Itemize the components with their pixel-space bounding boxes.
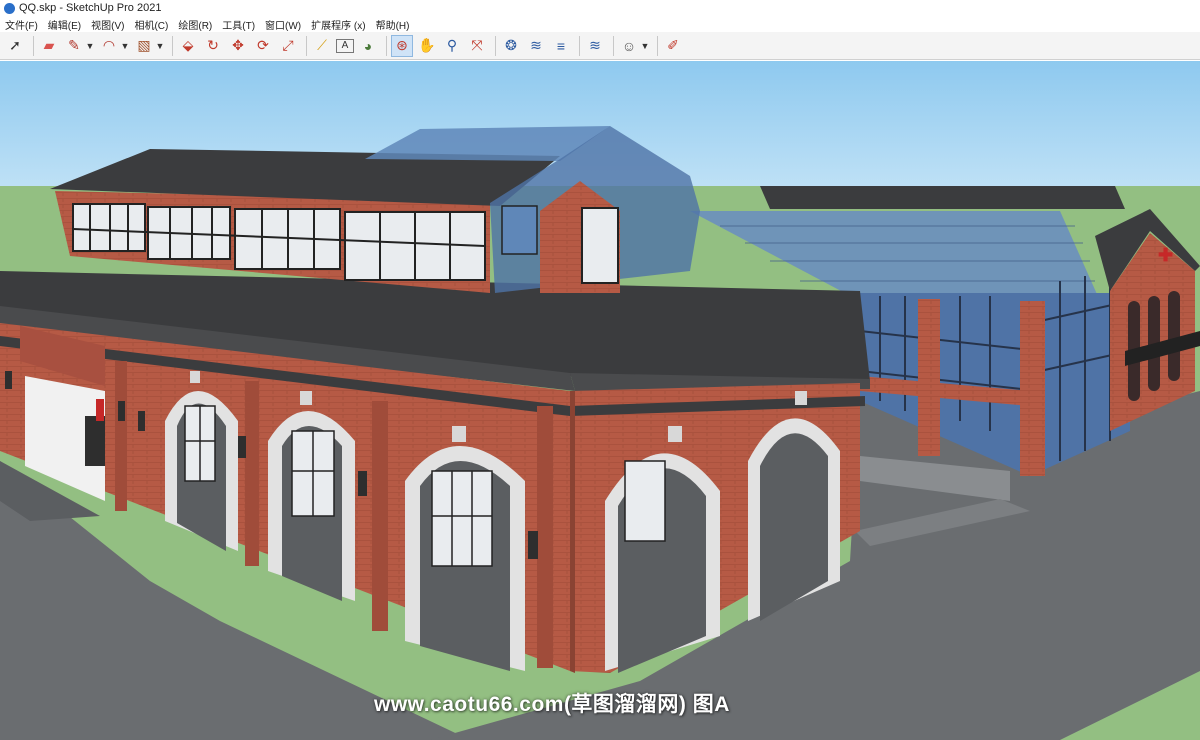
arc-tool-icon[interactable]: ◠ (98, 35, 120, 57)
main-toolbar: ➚ ▰ ✎ ▼ ◠ ▼ ▧ ▼ ⬙ ↻ ✥ ⟳ ⤢ ⟋ A ◕ ⊛ ✋ ⚲ ⤧ … (0, 32, 1200, 60)
menu-edit[interactable]: 编辑(E) (43, 17, 86, 32)
move-tool-icon[interactable]: ✥ (227, 35, 249, 57)
sketchup-app-icon (4, 2, 15, 14)
menu-extensions[interactable]: 扩展程序 (x) (306, 17, 370, 32)
toolbar-separator (386, 35, 387, 56)
shape-tool-icon[interactable]: ▧ (133, 35, 155, 57)
dormer-side-glass (501, 205, 538, 255)
rear-roof (760, 186, 1125, 209)
toolbar-separator (306, 35, 307, 56)
toolbar-separator (495, 35, 496, 56)
scale-tool-icon[interactable]: ⤢ (277, 35, 299, 57)
title-bar: QQ.skp - SketchUp Pro 2021 (0, 0, 1200, 16)
menu-draw[interactable]: 绘图(R) (173, 17, 217, 32)
garage-door (85, 416, 105, 466)
menu-window[interactable]: 窗口(W) (260, 17, 306, 32)
profile-tool-icon[interactable]: ☺ (618, 35, 640, 57)
chevron-down-icon[interactable]: ▼ (85, 35, 95, 57)
model-viewport[interactable]: ✚ (0, 61, 1200, 740)
brick-pillar (918, 299, 940, 456)
push-pull-tool-icon[interactable]: ⬙ (177, 35, 199, 57)
chevron-down-icon[interactable]: ▼ (640, 35, 650, 57)
warehouse-tool-icon[interactable]: ❂ (500, 35, 522, 57)
menu-bar: 文件(F) 编辑(E) 视图(V) 相机(C) 绘图(R) 工具(T) 窗口(W… (0, 16, 1200, 32)
gable-emblem-icon: ✚ (1158, 245, 1173, 265)
extension-warehouse-tool-icon[interactable]: ≋ (525, 35, 547, 57)
dormer-window (581, 207, 619, 284)
toolbar-separator (172, 35, 173, 56)
select-tool-icon[interactable]: ➚ (4, 35, 26, 57)
rotate-tool-icon[interactable]: ⟳ (252, 35, 274, 57)
trimble-connect-tool-icon[interactable]: ≋ (584, 35, 606, 57)
window-title: QQ.skp - SketchUp Pro 2021 (19, 2, 162, 14)
menu-camera[interactable]: 相机(C) (129, 17, 173, 32)
toolbar-separator (33, 35, 34, 56)
toolbar-separator (579, 35, 580, 56)
toolbar-separator (657, 35, 658, 56)
wall-corner (570, 391, 575, 673)
zoom-extents-tool-icon[interactable]: ⤧ (466, 35, 488, 57)
watermark-text: www.caotu66.com(草图溜溜网) 图A (374, 693, 730, 716)
zoom-tool-icon[interactable]: ⚲ (441, 35, 463, 57)
pan-tool-icon[interactable]: ✋ (416, 35, 438, 57)
pencil-tool-icon[interactable]: ✎ (63, 35, 85, 57)
layout-tool-icon[interactable]: ✐ (662, 35, 684, 57)
model-scene: ✚ (0, 61, 1200, 740)
menu-view[interactable]: 视图(V) (86, 17, 129, 32)
brick-pillar (1020, 301, 1045, 476)
tape-measure-tool-icon[interactable]: ⟋ (311, 35, 333, 57)
chevron-down-icon[interactable]: ▼ (120, 35, 130, 57)
menu-tools[interactable]: 工具(T) (217, 17, 260, 32)
red-lantern (96, 399, 104, 421)
follow-me-tool-icon[interactable]: ↻ (202, 35, 224, 57)
orbit-tool-icon[interactable]: ⊛ (391, 34, 413, 57)
text-tool-icon[interactable]: A (336, 38, 354, 53)
eraser-tool-icon[interactable]: ▰ (38, 35, 60, 57)
paint-bucket-tool-icon[interactable]: ◕ (357, 35, 379, 57)
menu-file[interactable]: 文件(F) (0, 17, 43, 32)
layers-tool-icon[interactable]: ≡ (550, 35, 572, 57)
chevron-down-icon[interactable]: ▼ (155, 35, 165, 57)
menu-help[interactable]: 帮助(H) (371, 17, 415, 32)
toolbar-separator (613, 35, 614, 56)
